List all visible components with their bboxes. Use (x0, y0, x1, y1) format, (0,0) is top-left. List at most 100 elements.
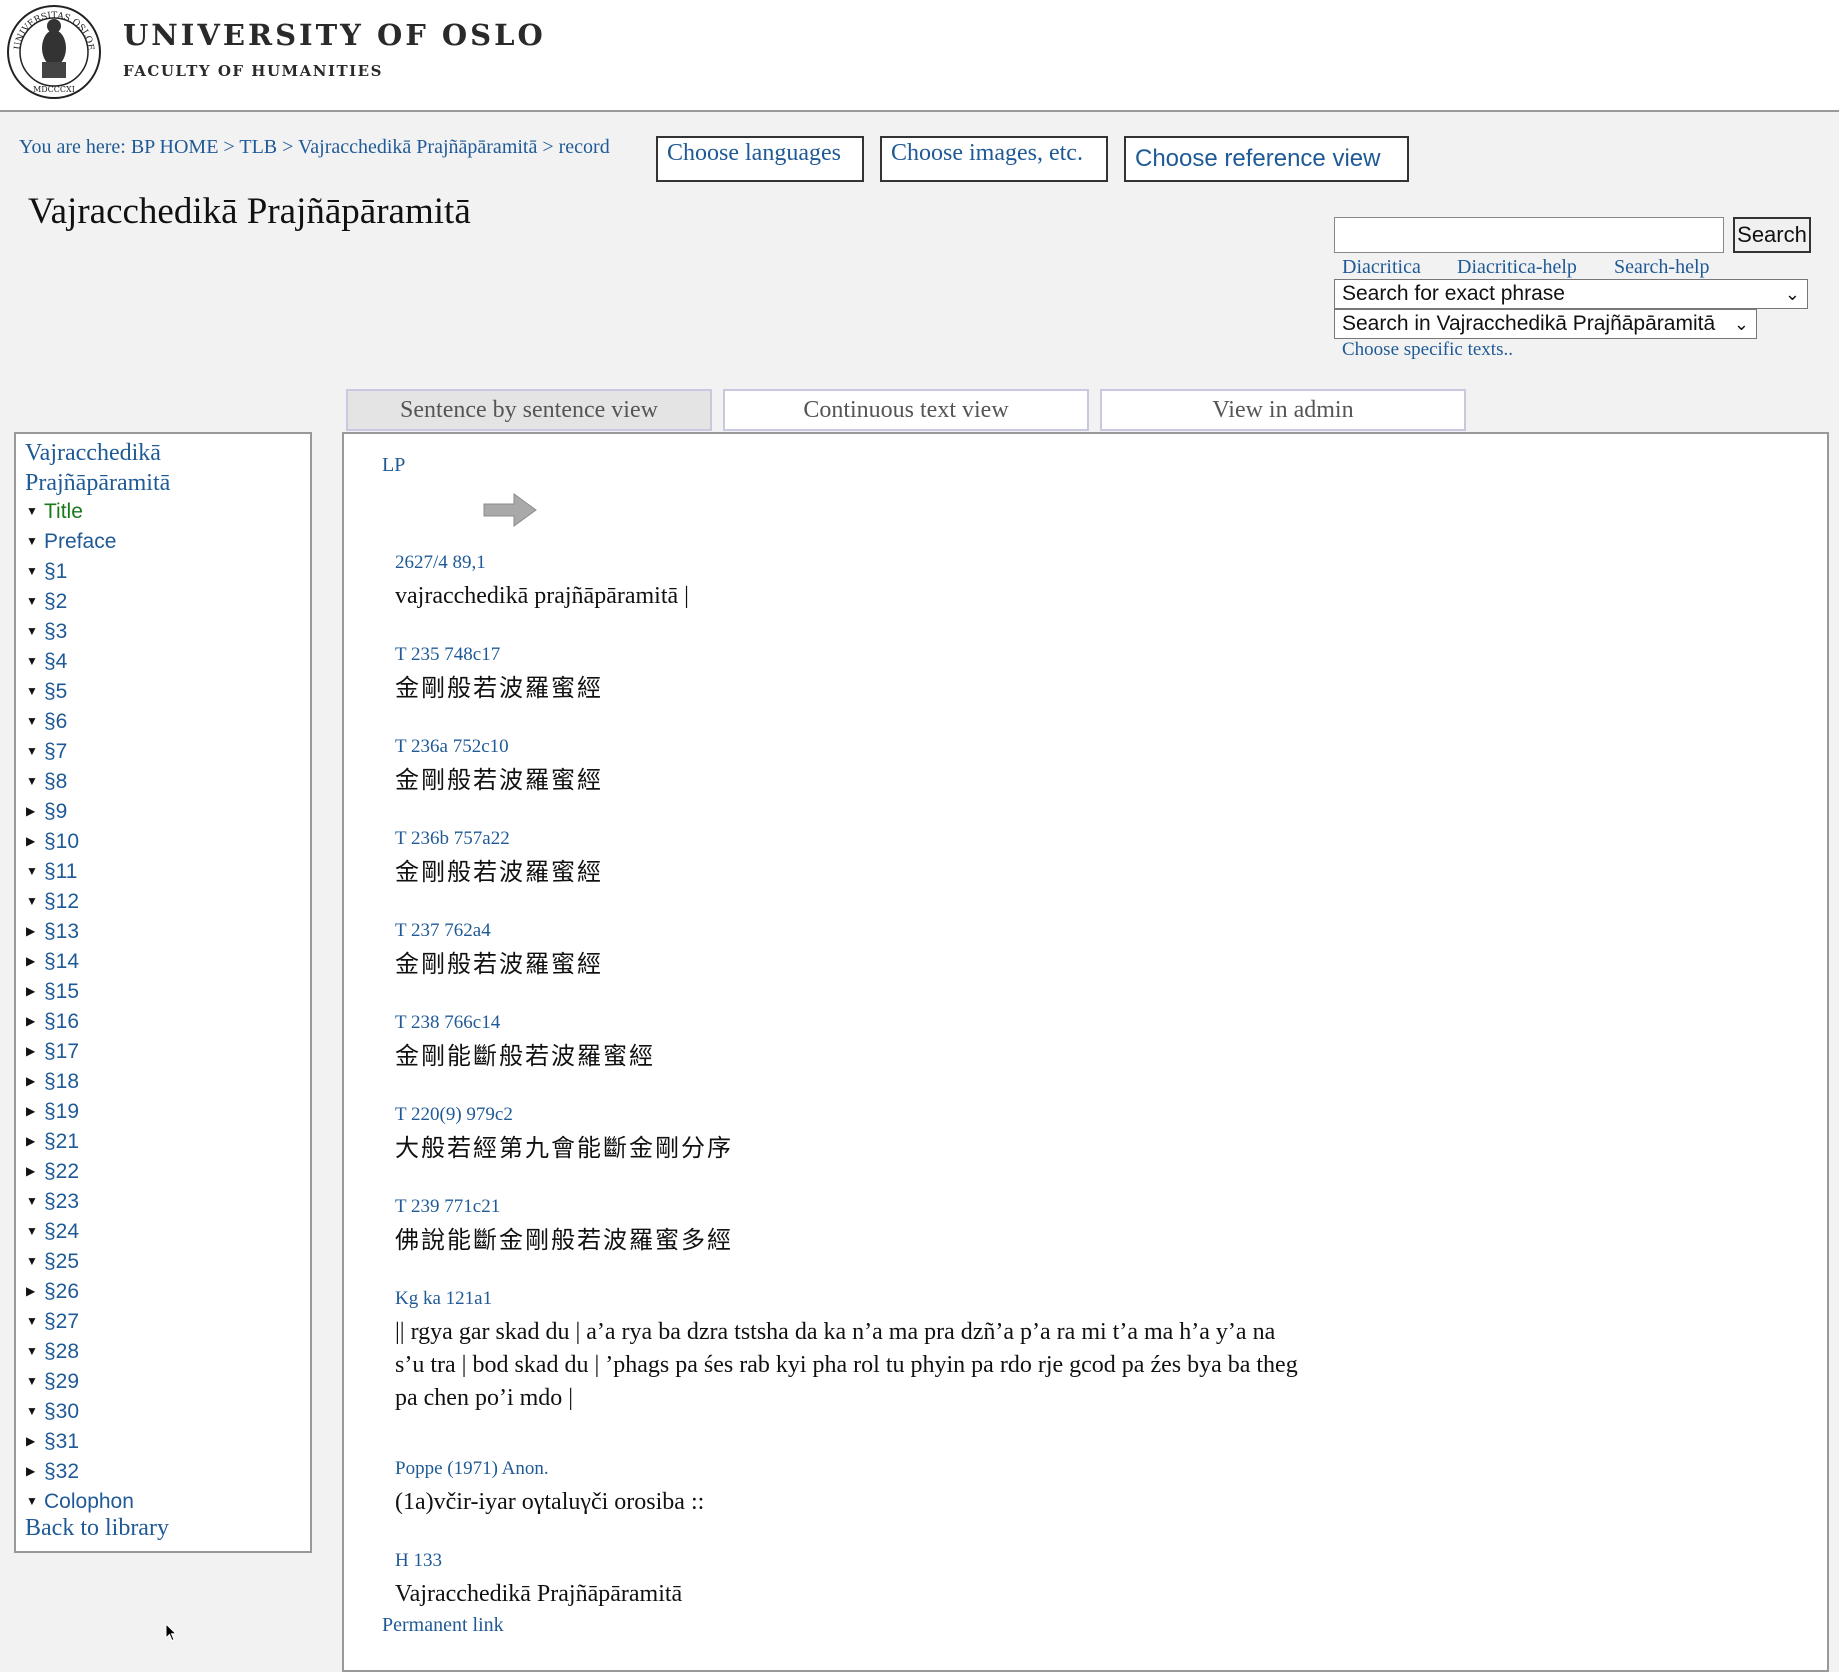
toc-item[interactable]: ▼ §25 (26, 1250, 79, 1278)
choose-specific-texts-link[interactable]: Choose specific texts.. (1342, 339, 1513, 361)
triangle-right-icon[interactable]: ▶ (26, 1434, 44, 1448)
toc-item[interactable]: ▶ §21 (26, 1130, 79, 1158)
search-help-link[interactable]: Search-help (1614, 256, 1710, 279)
triangle-down-icon[interactable]: ▼ (26, 1254, 44, 1268)
triangle-right-icon[interactable]: ▶ (26, 1464, 44, 1478)
entry-reference-link[interactable]: H 133 (395, 1550, 442, 1572)
triangle-right-icon[interactable]: ▶ (26, 1074, 44, 1088)
triangle-down-icon[interactable]: ▼ (26, 774, 44, 788)
lp-link[interactable]: LP (382, 454, 405, 477)
triangle-down-icon[interactable]: ▼ (26, 894, 44, 908)
toc-item[interactable]: ▼ §12 (26, 890, 79, 918)
toc-item[interactable]: ▼ §27 (26, 1310, 79, 1338)
entry-reference-link[interactable]: Poppe (1971) Anon. (395, 1458, 549, 1480)
triangle-right-icon[interactable]: ▶ (26, 1044, 44, 1058)
choose-images-button[interactable]: Choose images, etc. (880, 136, 1108, 182)
triangle-down-icon[interactable]: ▼ (26, 564, 44, 578)
triangle-down-icon[interactable]: ▼ (26, 1344, 44, 1358)
triangle-down-icon[interactable]: ▼ (26, 534, 44, 548)
triangle-down-icon[interactable]: ▼ (26, 1224, 44, 1238)
search-input[interactable] (1334, 217, 1724, 253)
entry-reference-link[interactable]: T 220(9) 979c2 (395, 1104, 513, 1126)
toc-item[interactable]: ▶ §26 (26, 1280, 79, 1308)
triangle-down-icon[interactable]: ▼ (26, 594, 44, 608)
diacritica-link[interactable]: Diacritica (1342, 256, 1421, 279)
toc-item[interactable]: ▼ §2 (26, 590, 67, 618)
triangle-right-icon[interactable]: ▶ (26, 1164, 44, 1178)
toc-item[interactable]: ▼ §11 (26, 860, 77, 888)
triangle-right-icon[interactable]: ▶ (26, 1134, 44, 1148)
toc-item[interactable]: ▼ Preface (26, 530, 116, 558)
tab-view-in-admin[interactable]: View in admin (1100, 389, 1466, 431)
toc-item[interactable]: ▶ §9 (26, 800, 67, 828)
triangle-right-icon[interactable]: ▶ (26, 1014, 44, 1028)
triangle-down-icon[interactable]: ▼ (26, 714, 44, 728)
toc-item[interactable]: ▼ Title (26, 500, 83, 528)
toc-item[interactable]: ▶ §32 (26, 1460, 79, 1488)
triangle-down-icon[interactable]: ▼ (26, 1194, 44, 1208)
tab-sentence-by-sentence[interactable]: Sentence by sentence view (346, 389, 712, 431)
back-to-library-link[interactable]: Back to library (25, 1515, 169, 1542)
triangle-down-icon[interactable]: ▼ (26, 1404, 44, 1418)
toc-item[interactable]: ▼ §24 (26, 1220, 79, 1248)
toc-item[interactable]: ▼ §23 (26, 1190, 79, 1218)
university-seal-logo[interactable]: UNIVERSITAS OSLOENSIS MDCCCXI (6, 4, 102, 100)
toc-item[interactable]: ▼ §6 (26, 710, 67, 738)
triangle-down-icon[interactable]: ▼ (26, 684, 44, 698)
toc-item[interactable]: ▶ §18 (26, 1070, 79, 1098)
toc-item[interactable]: ▼ §28 (26, 1340, 79, 1368)
toc-item[interactable]: ▼ §4 (26, 650, 67, 678)
entry-reference-link[interactable]: T 239 771c21 (395, 1196, 500, 1218)
entry-reference-link[interactable]: Kg ka 121a1 (395, 1288, 492, 1310)
toc-item[interactable]: ▼ §29 (26, 1370, 79, 1398)
search-button[interactable]: Search (1733, 217, 1811, 253)
toc-item[interactable]: ▶ §14 (26, 950, 79, 978)
breadcrumb[interactable]: You are here: BP HOME > TLB > Vajracched… (19, 136, 610, 159)
triangle-down-icon[interactable]: ▼ (26, 1374, 44, 1388)
toc-item[interactable]: ▶ §17 (26, 1040, 79, 1068)
triangle-right-icon[interactable]: ▶ (26, 924, 44, 938)
toc-item[interactable]: ▶ §13 (26, 920, 79, 948)
toc-item[interactable]: ▼ §3 (26, 620, 67, 648)
entry-reference-link[interactable]: T 236b 757a22 (395, 828, 510, 850)
toc-item[interactable]: ▶ §16 (26, 1010, 79, 1038)
entry-reference-link[interactable]: 2627/4 89,1 (395, 552, 486, 574)
search-mode-select[interactable]: Search for exact phrase ⌄ (1334, 279, 1808, 309)
triangle-down-icon[interactable]: ▼ (26, 1314, 44, 1328)
triangle-right-icon[interactable]: ▶ (26, 984, 44, 998)
entry-reference-link[interactable]: T 237 762a4 (395, 920, 491, 942)
toc-item[interactable]: ▶ §31 (26, 1430, 79, 1458)
toc-item[interactable]: ▶ §22 (26, 1160, 79, 1188)
toc-item[interactable]: ▼ §1 (26, 560, 67, 588)
triangle-down-icon[interactable]: ▼ (26, 504, 44, 518)
triangle-right-icon[interactable]: ▶ (26, 1284, 44, 1298)
toc-item[interactable]: ▶ §19 (26, 1100, 79, 1128)
triangle-right-icon[interactable]: ▶ (26, 804, 44, 818)
entry-reference-link[interactable]: T 238 766c14 (395, 1012, 500, 1034)
toc-item[interactable]: ▶ §10 (26, 830, 79, 858)
choose-languages-button[interactable]: Choose languages (656, 136, 864, 182)
toc-item[interactable]: ▶ §15 (26, 980, 79, 1008)
permanent-link[interactable]: Permanent link (382, 1614, 504, 1637)
triangle-down-icon[interactable]: ▼ (26, 1494, 44, 1508)
toc-item[interactable]: ▼ §5 (26, 680, 67, 708)
search-scope-select[interactable]: Search in Vajracchedikā Prajñāpāramitā ⌄ (1334, 309, 1757, 339)
triangle-right-icon[interactable]: ▶ (26, 834, 44, 848)
triangle-right-icon[interactable]: ▶ (26, 954, 44, 968)
toc-item[interactable]: ▼ §8 (26, 770, 67, 798)
toc-item[interactable]: ▼ §30 (26, 1400, 79, 1428)
toc-root-link[interactable]: Vajracchedikā Prajñāpāramitā (25, 438, 170, 498)
triangle-down-icon[interactable]: ▼ (26, 654, 44, 668)
next-arrow-icon[interactable] (482, 490, 538, 530)
triangle-right-icon[interactable]: ▶ (26, 1104, 44, 1118)
toc-item[interactable]: ▼ Colophon (26, 1490, 134, 1518)
triangle-down-icon[interactable]: ▼ (26, 864, 44, 878)
tab-continuous-text[interactable]: Continuous text view (723, 389, 1089, 431)
entry-reference-link[interactable]: T 236a 752c10 (395, 736, 509, 758)
triangle-down-icon[interactable]: ▼ (26, 744, 44, 758)
choose-reference-view-button[interactable]: Choose reference view (1124, 136, 1409, 182)
diacritica-help-link[interactable]: Diacritica-help (1457, 256, 1577, 279)
entry-reference-link[interactable]: T 235 748c17 (395, 644, 500, 666)
triangle-down-icon[interactable]: ▼ (26, 624, 44, 638)
toc-item[interactable]: ▼ §7 (26, 740, 67, 768)
